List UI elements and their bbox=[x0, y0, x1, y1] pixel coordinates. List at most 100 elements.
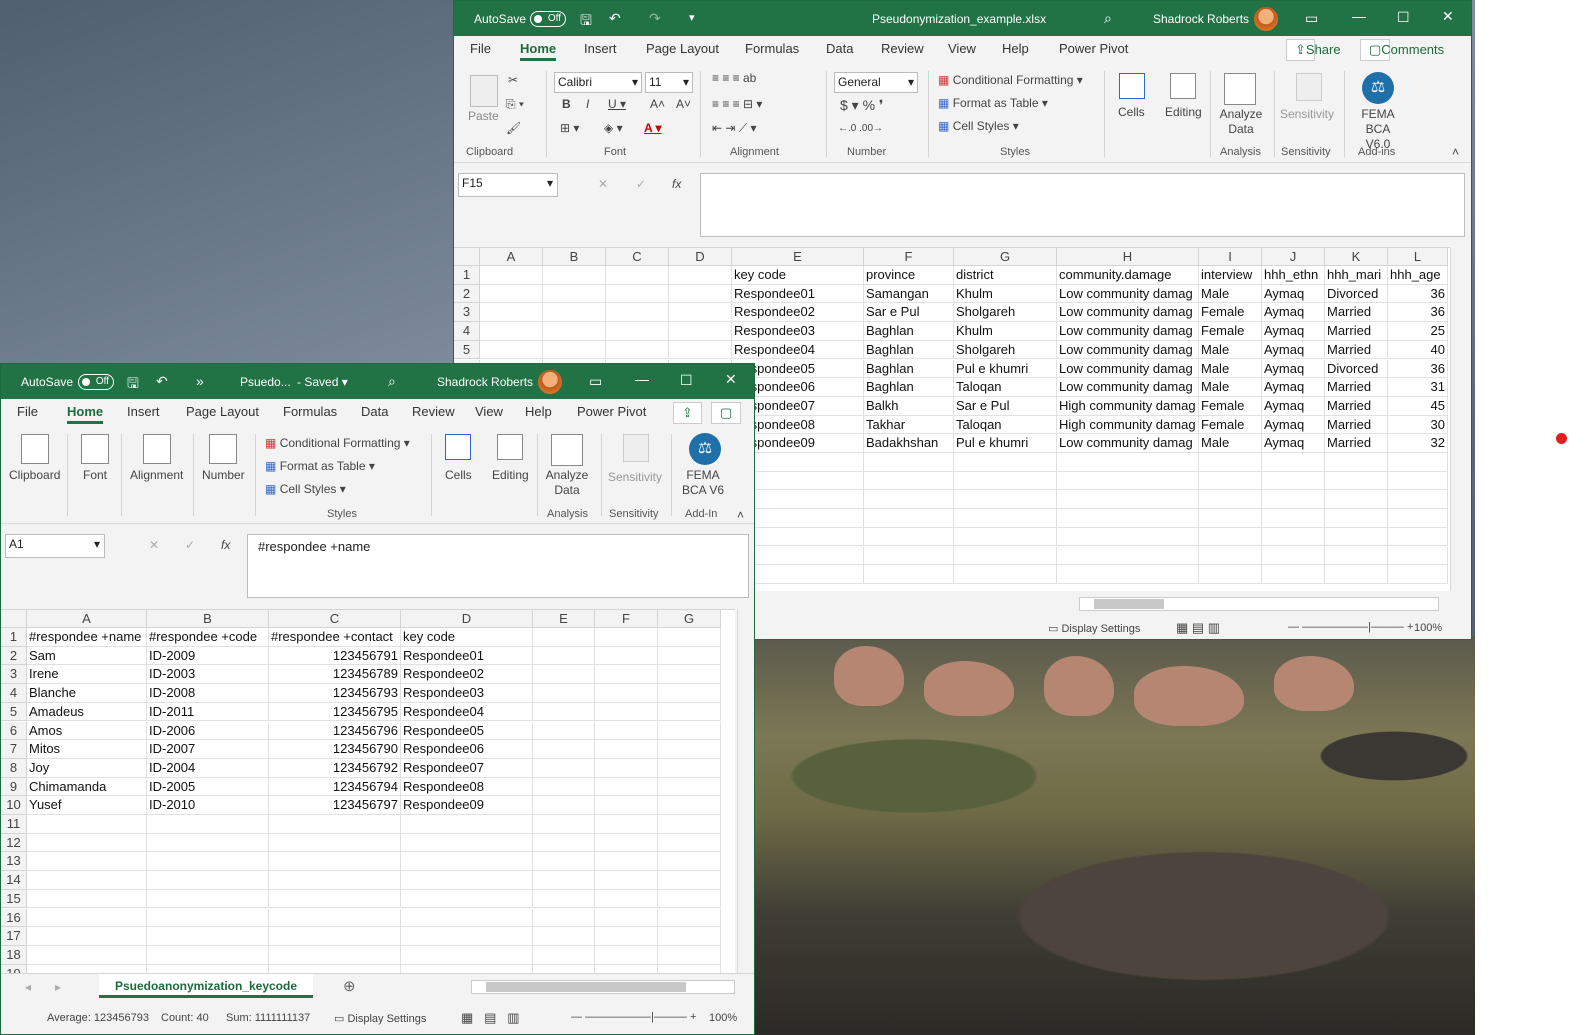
cell[interactable] bbox=[1057, 471, 1199, 491]
user-name[interactable]: Shadrock Roberts bbox=[437, 375, 533, 389]
share-icon[interactable]: ⇪ bbox=[673, 402, 702, 424]
cell[interactable] bbox=[669, 303, 732, 323]
cell[interactable] bbox=[27, 833, 147, 853]
cell[interactable]: 31 bbox=[1388, 378, 1448, 397]
cell[interactable]: 30 bbox=[1388, 415, 1448, 435]
cell[interactable] bbox=[954, 453, 1057, 472]
cell[interactable] bbox=[658, 833, 721, 853]
search-icon[interactable] bbox=[497, 434, 523, 460]
cell[interactable] bbox=[1262, 565, 1325, 584]
cell[interactable] bbox=[658, 815, 721, 834]
cell[interactable] bbox=[269, 927, 401, 946]
row-header[interactable]: 1 bbox=[454, 266, 480, 285]
cell[interactable]: Male bbox=[1199, 434, 1262, 453]
cell[interactable] bbox=[533, 740, 595, 759]
alignment-icon[interactable] bbox=[143, 434, 171, 464]
row-header[interactable]: 14 bbox=[1, 871, 27, 890]
paste-icon[interactable] bbox=[470, 75, 498, 107]
cut-icon[interactable]: ✂ bbox=[508, 73, 518, 87]
cell[interactable]: Respondee01 bbox=[401, 646, 533, 666]
cell[interactable] bbox=[1388, 471, 1448, 491]
cell[interactable] bbox=[595, 908, 658, 928]
cell[interactable] bbox=[480, 340, 543, 360]
sensitivity-button[interactable]: Sensitivity bbox=[1280, 107, 1334, 121]
maximize-icon[interactable]: ☐ bbox=[680, 372, 693, 389]
format-as-table-button[interactable]: ▦ Format as Table ▾ bbox=[265, 459, 375, 473]
cell[interactable] bbox=[269, 852, 401, 872]
cells-icon[interactable] bbox=[445, 434, 471, 460]
cell[interactable] bbox=[533, 721, 595, 741]
cell[interactable] bbox=[1199, 565, 1262, 584]
zoom-slider[interactable]: — ——————|——— + bbox=[1288, 621, 1413, 633]
cell[interactable]: Samangan bbox=[864, 284, 954, 304]
cell[interactable] bbox=[1199, 546, 1262, 566]
cell[interactable] bbox=[658, 777, 721, 797]
tab-home[interactable]: Home bbox=[67, 404, 104, 424]
cell[interactable] bbox=[543, 303, 606, 323]
cell[interactable] bbox=[543, 322, 606, 341]
cell[interactable]: Aymaq bbox=[1262, 340, 1325, 360]
fema-button[interactable]: FEMA BCA V6 bbox=[681, 468, 725, 498]
maximize-icon[interactable]: ☐ bbox=[1397, 9, 1410, 26]
cell[interactable]: Khulm bbox=[954, 322, 1057, 341]
cell[interactable]: 36 bbox=[1388, 303, 1448, 323]
share-button[interactable]: ⇪ Share bbox=[1286, 39, 1341, 61]
tab-file[interactable]: File bbox=[470, 41, 491, 56]
row-header[interactable]: 10 bbox=[1, 796, 27, 815]
cell[interactable]: Male bbox=[1199, 359, 1262, 379]
underline-icon[interactable]: U ▾ bbox=[608, 97, 626, 111]
cell[interactable]: Chimamanda bbox=[27, 777, 147, 797]
cell[interactable] bbox=[864, 471, 954, 491]
row-header[interactable]: 12 bbox=[1, 833, 27, 853]
tab-page-layout[interactable]: Page Layout bbox=[186, 404, 259, 419]
cell[interactable] bbox=[658, 665, 721, 685]
cell[interactable] bbox=[669, 266, 732, 285]
cell[interactable] bbox=[595, 815, 658, 834]
cell[interactable]: Female bbox=[1199, 322, 1262, 341]
clipboard-icon[interactable] bbox=[21, 434, 49, 464]
cell[interactable] bbox=[595, 702, 658, 722]
column-header[interactable]: H bbox=[1057, 248, 1199, 266]
cell[interactable] bbox=[954, 546, 1057, 566]
editing-button[interactable]: Editing bbox=[492, 468, 529, 482]
cell[interactable] bbox=[595, 628, 658, 647]
cell[interactable] bbox=[401, 852, 533, 872]
column-header[interactable]: L bbox=[1388, 248, 1448, 266]
cell[interactable]: Aymaq bbox=[1262, 396, 1325, 416]
tab-file[interactable]: File bbox=[17, 404, 38, 419]
cell[interactable]: 36 bbox=[1388, 284, 1448, 304]
cell[interactable]: Low community damag bbox=[1057, 284, 1199, 304]
cell[interactable]: Sholgareh bbox=[954, 303, 1057, 323]
cell[interactable]: Sholgareh bbox=[954, 340, 1057, 360]
cell[interactable]: Male bbox=[1199, 340, 1262, 360]
cell[interactable] bbox=[595, 740, 658, 759]
zoom-level[interactable]: 100% bbox=[1414, 622, 1442, 634]
format-painter-icon[interactable]: 🖌 bbox=[506, 121, 521, 135]
cell[interactable]: High community damag bbox=[1057, 415, 1199, 435]
row-header[interactable]: 6 bbox=[1, 721, 27, 741]
font-name-select[interactable]: Calibri ▾ bbox=[554, 72, 642, 93]
undo-icon[interactable]: ↶ bbox=[609, 10, 621, 27]
cell[interactable] bbox=[595, 646, 658, 666]
cell[interactable] bbox=[27, 871, 147, 890]
cell[interactable] bbox=[606, 340, 669, 360]
cell[interactable]: Respondee03 bbox=[732, 322, 864, 341]
cell[interactable]: key code bbox=[732, 266, 864, 285]
cell[interactable]: 123456795 bbox=[269, 702, 401, 722]
enter-icon[interactable]: ✓ bbox=[185, 538, 195, 552]
cell[interactable]: Pul e khumri bbox=[954, 359, 1057, 379]
format-as-table-button[interactable]: ▦ Format as Table ▾ bbox=[938, 96, 1048, 110]
cell[interactable]: ID-2011 bbox=[147, 702, 269, 722]
number-button[interactable]: Number bbox=[202, 468, 245, 482]
enter-icon[interactable]: ✓ bbox=[636, 177, 646, 191]
cell[interactable]: Married bbox=[1325, 434, 1388, 453]
fema-icon[interactable]: ⚖ bbox=[689, 433, 721, 465]
search-icon[interactable]: ⌕ bbox=[1104, 10, 1112, 27]
cell[interactable] bbox=[864, 509, 954, 528]
cell[interactable]: Low community damag bbox=[1057, 359, 1199, 379]
cell[interactable] bbox=[1388, 509, 1448, 528]
row-header[interactable]: 9 bbox=[1, 777, 27, 797]
cell[interactable]: Low community damag bbox=[1057, 378, 1199, 397]
minimize-icon[interactable]: — bbox=[1352, 8, 1366, 24]
cell[interactable] bbox=[401, 815, 533, 834]
